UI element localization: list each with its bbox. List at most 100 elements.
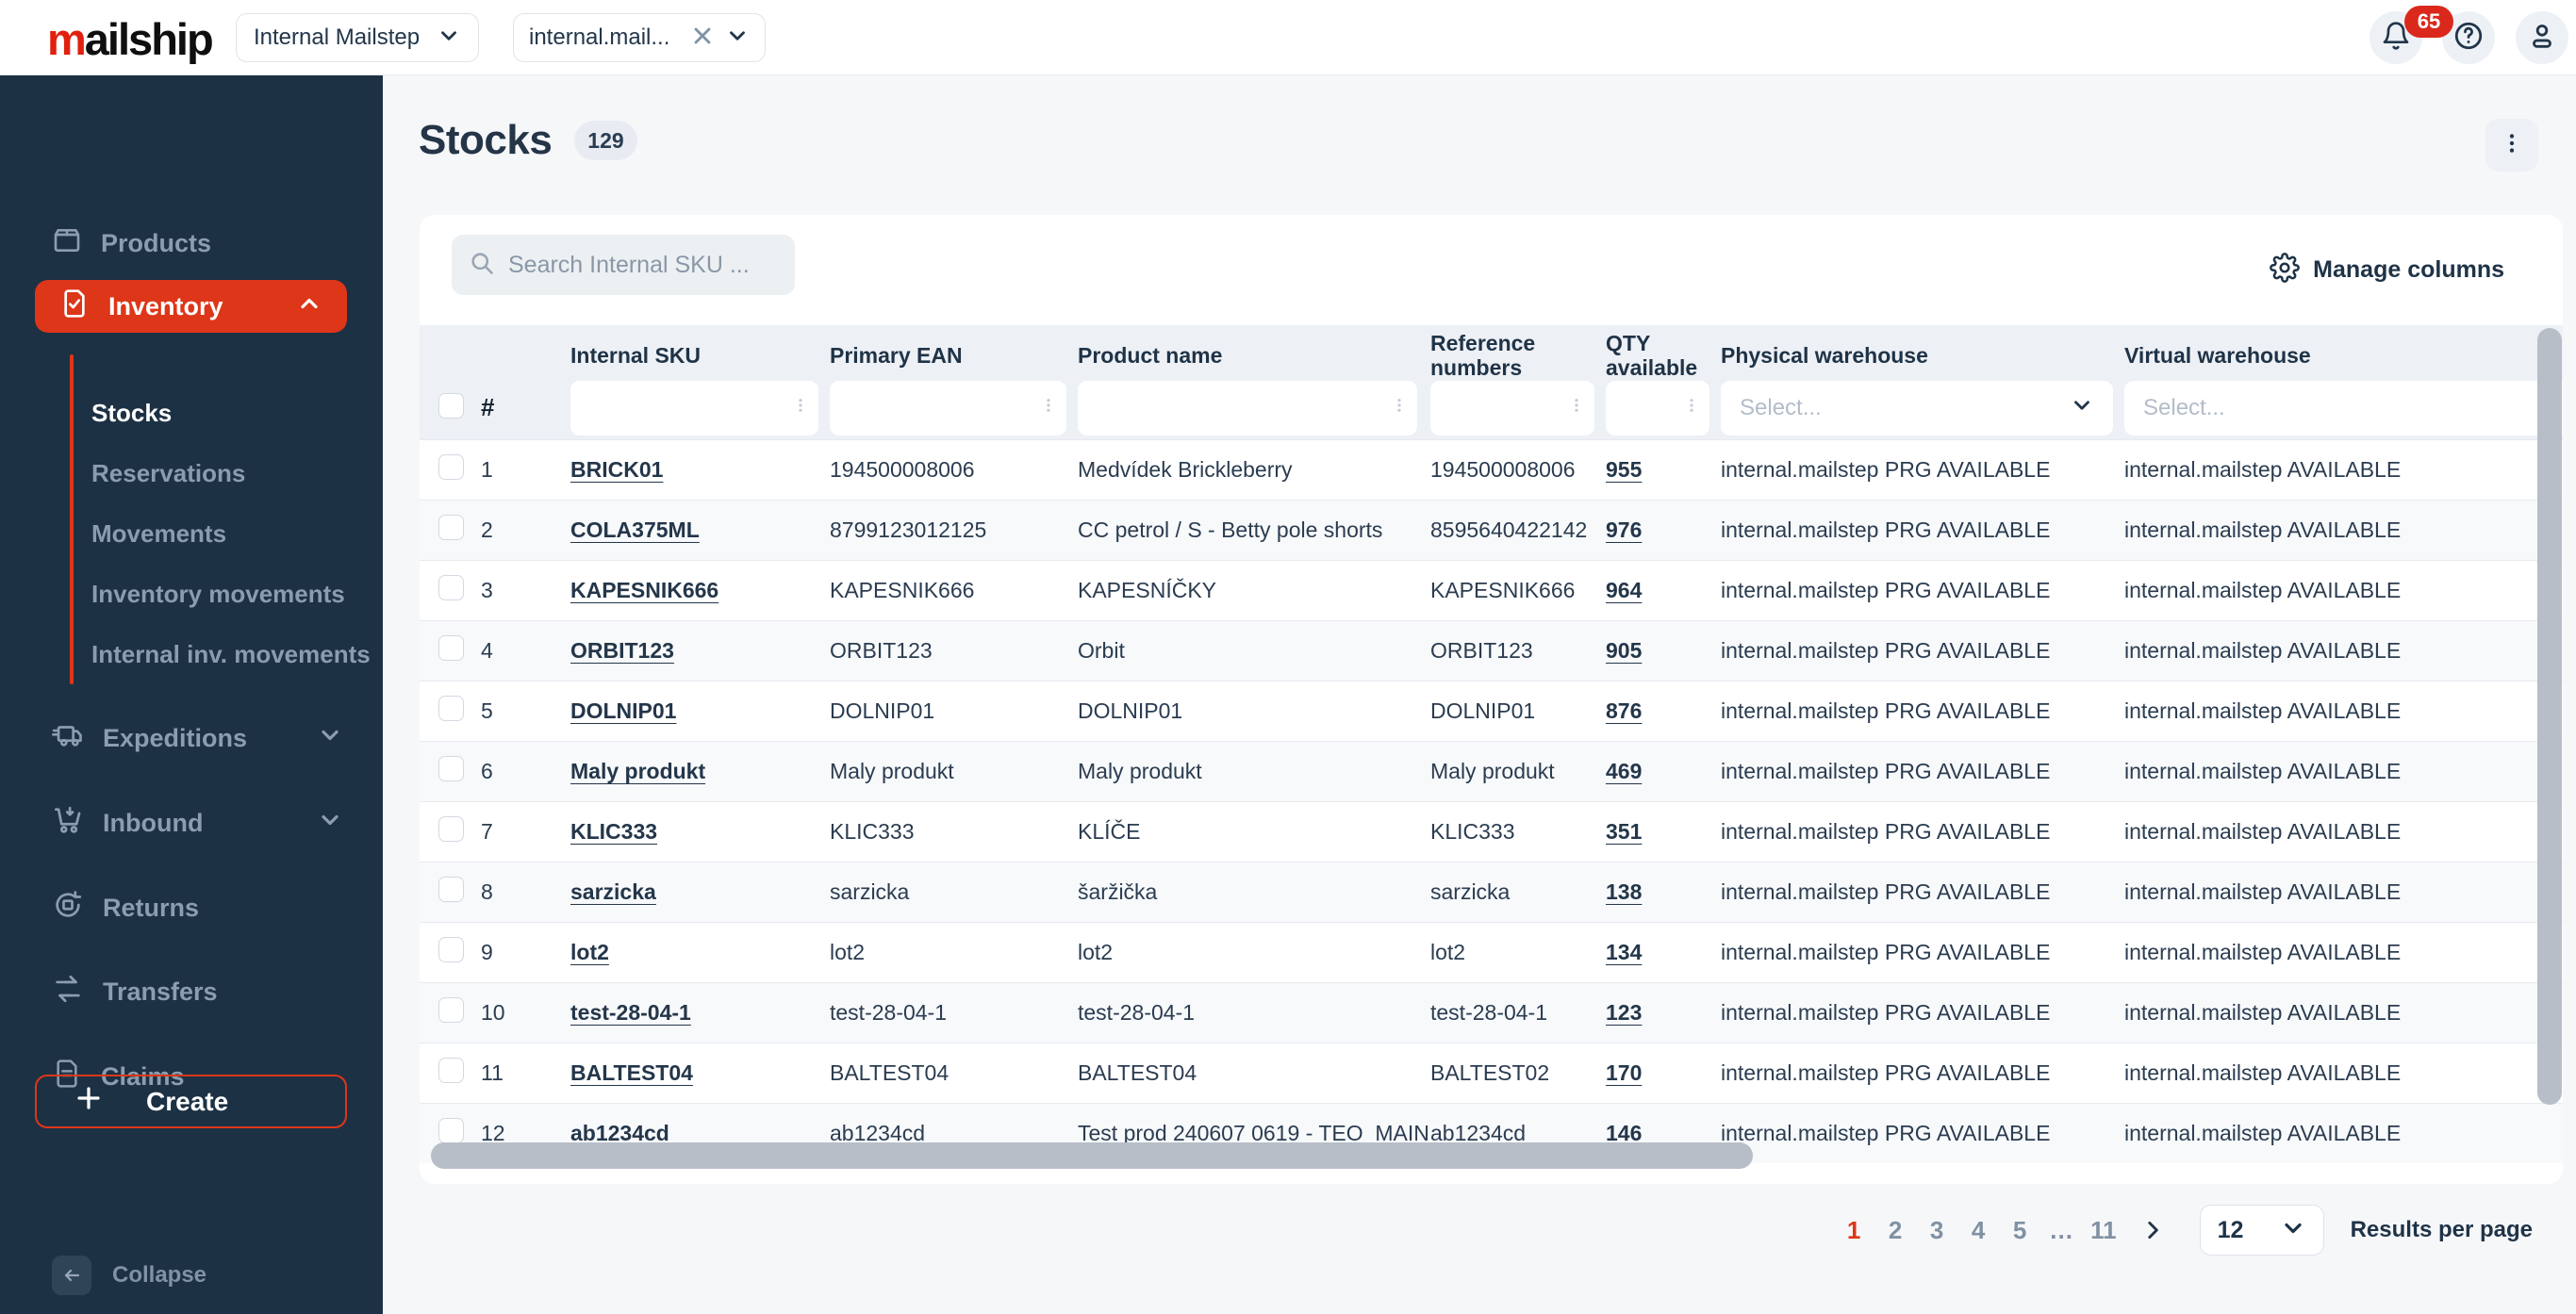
- table-header: Internal SKU Primary EAN Product name Re…: [420, 325, 2563, 439]
- qty-available-link[interactable]: 976: [1606, 517, 1642, 542]
- internal-sku-link[interactable]: lot2: [570, 940, 609, 964]
- qty-available-link[interactable]: 138: [1606, 879, 1642, 904]
- sidebar-subitem-internal-inv-movements[interactable]: Internal inv. movements: [91, 635, 371, 673]
- page-header: Stocks 129: [419, 117, 637, 164]
- internal-sku-link[interactable]: KAPESNIK666: [570, 578, 718, 602]
- kebab-icon[interactable]: [792, 397, 809, 419]
- row-checkbox[interactable]: [438, 997, 464, 1023]
- sidebar-item-label: Products: [101, 228, 212, 257]
- filter-virtual-warehouse-select[interactable]: Select...: [2124, 380, 2563, 435]
- row-checkbox[interactable]: [438, 756, 464, 781]
- sidebar-item-expeditions[interactable]: Expeditions: [0, 710, 383, 766]
- kebab-icon[interactable]: [1568, 397, 1585, 419]
- kebab-icon[interactable]: [1391, 397, 1408, 419]
- internal-sku-link[interactable]: BRICK01: [570, 457, 663, 482]
- physical-warehouse: internal.mailstep PRG AVAILABLE: [1721, 457, 2051, 482]
- row-checkbox[interactable]: [438, 1058, 464, 1083]
- internal-sku-link[interactable]: DOLNIP01: [570, 698, 676, 723]
- search-input[interactable]: [508, 251, 778, 279]
- sidebar-subitem-inventory-movements[interactable]: Inventory movements: [91, 575, 345, 613]
- qty-available-link[interactable]: 170: [1606, 1060, 1642, 1085]
- vertical-scrollbar[interactable]: [2537, 328, 2562, 1105]
- filter-internal-sku-input[interactable]: [570, 380, 818, 435]
- filter-primary-ean-input[interactable]: [830, 380, 1066, 435]
- row-checkbox[interactable]: [438, 937, 464, 962]
- row-checkbox[interactable]: [438, 1118, 464, 1143]
- workspace-select[interactable]: Internal Mailstep: [236, 13, 479, 62]
- row-checkbox[interactable]: [438, 816, 464, 842]
- chevron-down-icon[interactable]: [725, 24, 750, 53]
- filter-qty-available-input[interactable]: [1606, 380, 1709, 435]
- sidebar-item-returns[interactable]: Returns: [0, 879, 383, 936]
- create-button[interactable]: Create: [35, 1075, 347, 1128]
- organization-chip[interactable]: internal.mail...: [513, 13, 766, 62]
- internal-sku-link[interactable]: COLA375ML: [570, 517, 700, 542]
- sidebar-item-label: Transfers: [103, 977, 218, 1006]
- column-header-physical-warehouse: Physical warehouse: [1721, 342, 1928, 368]
- header-label-row: Internal SKU Primary EAN Product name Re…: [420, 325, 2563, 380]
- qty-available-link[interactable]: 964: [1606, 578, 1642, 602]
- box-icon: [52, 225, 82, 262]
- row-checkbox[interactable]: [438, 635, 464, 661]
- internal-sku-link[interactable]: ORBIT123: [570, 638, 674, 663]
- collapse-sidebar-button[interactable]: Collapse: [52, 1256, 206, 1295]
- row-checkbox[interactable]: [438, 515, 464, 540]
- sidebar-subitem-reservations[interactable]: Reservations: [91, 454, 245, 492]
- internal-sku-link[interactable]: sarzicka: [570, 879, 656, 904]
- next-page-button[interactable]: [2130, 1218, 2175, 1242]
- results-per-page-value: 12: [2217, 1216, 2244, 1243]
- row-checkbox[interactable]: [438, 877, 464, 902]
- primary-ean: KAPESNIK666: [830, 578, 975, 602]
- sidebar-item-inventory[interactable]: Inventory: [35, 280, 347, 333]
- close-icon[interactable]: [691, 25, 714, 52]
- logo-rest: ailship: [84, 14, 214, 64]
- physical-warehouse: internal.mailstep PRG AVAILABLE: [1721, 578, 2051, 602]
- user-menu-button[interactable]: [2516, 11, 2568, 64]
- filter-physical-warehouse-select[interactable]: Select...: [1721, 380, 2113, 435]
- row-checkbox[interactable]: [438, 575, 464, 600]
- sidebar-item-inbound[interactable]: Inbound: [0, 795, 383, 851]
- primary-ean: 194500008006: [830, 457, 975, 482]
- sidebar-subitem-stocks[interactable]: Stocks: [91, 394, 172, 432]
- internal-sku-link[interactable]: BALTEST04: [570, 1060, 693, 1085]
- qty-available-link[interactable]: 905: [1606, 638, 1642, 663]
- primary-ean: lot2: [830, 940, 866, 964]
- qty-available-link[interactable]: 351: [1606, 819, 1642, 844]
- column-header-product-name: Product name: [1078, 342, 1223, 368]
- internal-sku-link[interactable]: test-28-04-1: [570, 1000, 691, 1025]
- qty-available-link[interactable]: 955: [1606, 457, 1642, 482]
- horizontal-scrollbar[interactable]: [431, 1142, 1753, 1169]
- sidebar-item-label: Returns: [103, 893, 200, 922]
- select-all-checkbox[interactable]: [438, 392, 464, 419]
- internal-sku-link[interactable]: Maly produkt: [570, 759, 705, 783]
- manage-columns-button[interactable]: Manage columns: [2270, 215, 2504, 325]
- qty-available-link[interactable]: 123: [1606, 1000, 1642, 1025]
- internal-sku-link[interactable]: KLIC333: [570, 819, 657, 844]
- manage-columns-label: Manage columns: [2313, 256, 2504, 283]
- page-5[interactable]: 5: [2004, 1216, 2036, 1245]
- physical-warehouse: internal.mailstep PRG AVAILABLE: [1721, 879, 2051, 904]
- row-checkbox[interactable]: [438, 454, 464, 480]
- sidebar-subitem-movements[interactable]: Movements: [91, 515, 226, 552]
- kebab-icon[interactable]: [1683, 397, 1700, 419]
- qty-available-link[interactable]: 134: [1606, 940, 1642, 964]
- sidebar-item-transfers[interactable]: Transfers: [0, 963, 383, 1020]
- qty-available-link[interactable]: 469: [1606, 759, 1642, 783]
- virtual-warehouse: internal.mailstep AVAILABLE: [2124, 940, 2402, 964]
- product-name: test-28-04-1: [1078, 1000, 1196, 1025]
- page-3[interactable]: 3: [1921, 1216, 1953, 1245]
- page-1[interactable]: 1: [1838, 1216, 1870, 1245]
- user-icon: [2526, 20, 2558, 57]
- results-per-page-select[interactable]: 12: [2199, 1205, 2324, 1256]
- page-2[interactable]: 2: [1879, 1216, 1911, 1245]
- row-checkbox[interactable]: [438, 696, 464, 721]
- filter-product-name-input[interactable]: [1078, 380, 1417, 435]
- kebab-icon[interactable]: [1040, 397, 1057, 419]
- page-actions-menu-button[interactable]: [2485, 119, 2538, 172]
- qty-available-link[interactable]: 876: [1606, 698, 1642, 723]
- table-row: 10 test-28-04-1 test-28-04-1 test-28-04-1 te…: [420, 982, 2563, 1043]
- sidebar-item-products[interactable]: Products: [0, 215, 383, 271]
- filter-reference-numbers-input[interactable]: [1430, 380, 1594, 435]
- page-4[interactable]: 4: [1962, 1216, 1994, 1245]
- page-11[interactable]: 11: [2087, 1216, 2121, 1245]
